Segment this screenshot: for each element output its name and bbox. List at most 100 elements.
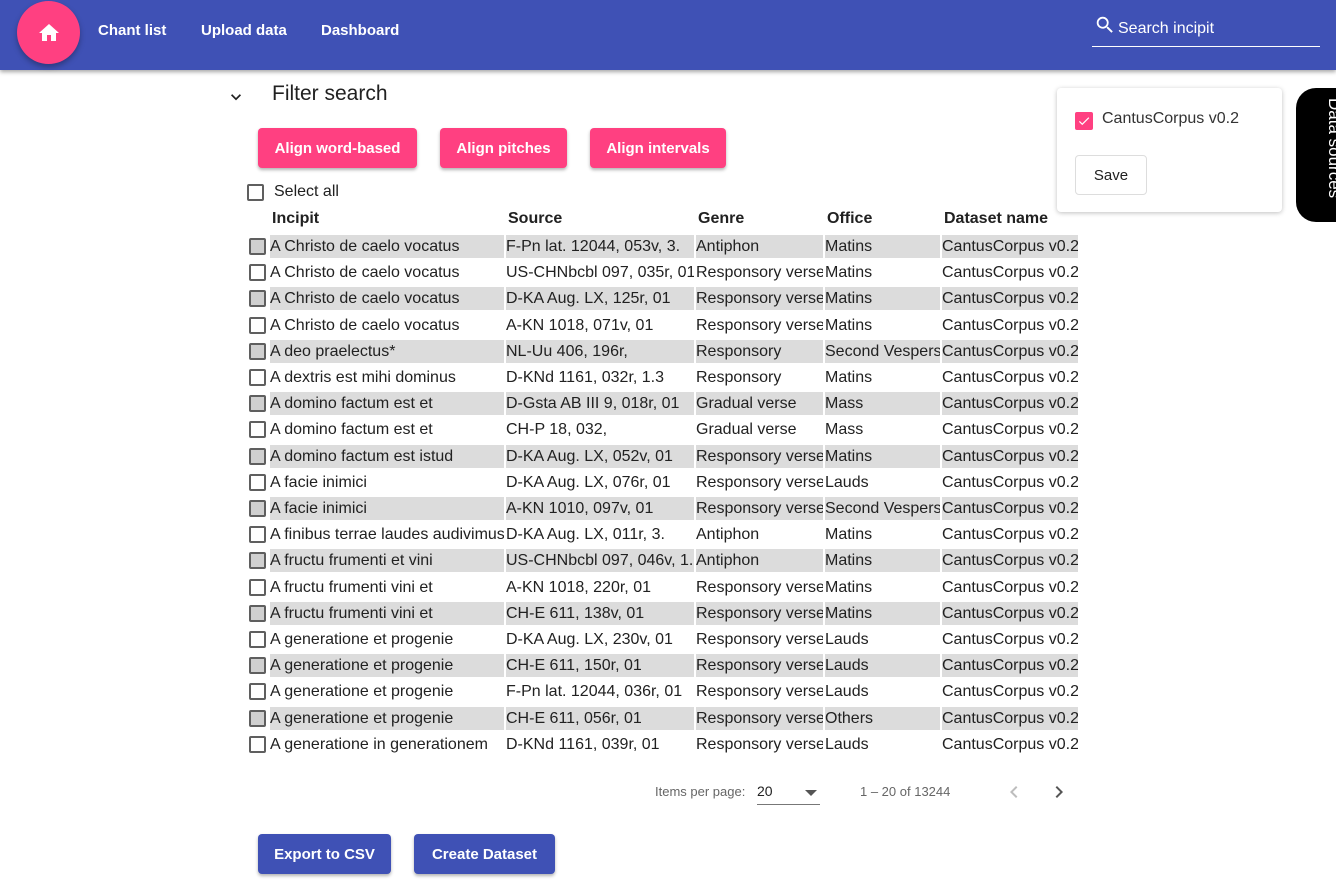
data-source-checkbox[interactable] — [1075, 112, 1093, 130]
export-csv-button[interactable]: Export to CSV — [258, 834, 391, 874]
top-app-bar: Chant list Upload data Dashboard — [0, 0, 1336, 70]
page-size-select[interactable]: 20 — [757, 780, 820, 805]
table-row[interactable]: A generatione et progenie F-Pn lat. 12044… — [248, 680, 1078, 703]
genre-cell: Responsory — [696, 340, 823, 363]
row-checkbox[interactable] — [249, 710, 266, 727]
table-row[interactable]: A facie inimici D-KA Aug. LX, 076r, 01 Res… — [248, 471, 1078, 494]
row-checkbox[interactable] — [249, 683, 266, 700]
office-cell: Lauds — [825, 474, 869, 491]
source-cell: NL-Uu 406, 196r, — [506, 340, 694, 363]
column-header-office[interactable]: Office — [827, 210, 872, 228]
column-header-incipit[interactable]: Incipit — [272, 210, 319, 228]
dataset-cell: CantusCorpus v0.2 — [942, 579, 1078, 596]
table-row[interactable]: A deo praelectus* NL-Uu 406, 196r, Respons… — [248, 340, 1078, 363]
row-checkbox[interactable] — [249, 238, 266, 255]
table-row[interactable]: A facie inimici A-KN 1010, 097v, 01 Respon… — [248, 497, 1078, 520]
table-row[interactable]: A generatione et progenie D-KA Aug. LX, 2… — [248, 628, 1078, 651]
row-checkbox[interactable] — [249, 631, 266, 648]
dataset-cell: CantusCorpus v0.2 — [942, 392, 1078, 415]
table-row[interactable]: A fructu frumenti vini et A-KN 1018, 220r… — [248, 576, 1078, 599]
previous-page-icon[interactable] — [1002, 780, 1026, 804]
search-field[interactable] — [1092, 12, 1320, 47]
genre-cell: Responsory verse — [696, 287, 823, 310]
next-page-icon[interactable] — [1047, 780, 1071, 804]
dataset-cell: CantusCorpus v0.2 — [942, 654, 1078, 677]
row-checkbox[interactable] — [249, 343, 266, 360]
row-checkbox[interactable] — [249, 500, 266, 517]
incipit-cell: A Christo de caelo vocatus — [270, 235, 504, 258]
search-input[interactable] — [1118, 20, 1318, 38]
row-checkbox[interactable] — [249, 421, 266, 438]
align-pitches-button[interactable]: Align pitches — [440, 128, 567, 168]
row-checkbox[interactable] — [249, 448, 266, 465]
genre-cell: Responsory verse — [696, 445, 823, 468]
row-checkbox[interactable] — [249, 290, 266, 307]
incipit-cell: A generatione et progenie — [270, 654, 504, 677]
source-cell: CH-P 18, 032, — [506, 421, 608, 438]
incipit-cell: A facie inimici — [270, 474, 367, 491]
row-checkbox[interactable] — [249, 395, 266, 412]
source-cell: CH-E 611, 150r, 01 — [506, 654, 694, 677]
column-header-genre[interactable]: Genre — [698, 210, 744, 228]
row-checkbox[interactable] — [249, 736, 266, 753]
source-cell: D-KA Aug. LX, 011r, 3. — [506, 526, 665, 543]
incipit-cell: A Christo de caelo vocatus — [270, 287, 504, 310]
row-checkbox[interactable] — [249, 369, 266, 386]
home-button[interactable] — [17, 1, 80, 64]
row-checkbox[interactable] — [249, 526, 266, 543]
incipit-cell: A generatione et progenie — [270, 631, 454, 648]
table-row[interactable]: A generatione et progenie CH-E 611, 056r,… — [248, 707, 1078, 730]
data-sources-panel: CantusCorpus v0.2 Save — [1057, 88, 1282, 212]
table-row[interactable]: A dextris est mihi dominus D-KNd 1161, 03… — [248, 366, 1078, 389]
dataset-cell: CantusCorpus v0.2 — [942, 317, 1078, 334]
table-row[interactable]: A Christo de caelo vocatus D-KA Aug. LX, … — [248, 287, 1078, 310]
genre-cell: Responsory verse — [696, 654, 823, 677]
source-cell: D-KA Aug. LX, 125r, 01 — [506, 287, 694, 310]
column-header-source[interactable]: Source — [508, 210, 562, 228]
table-row[interactable]: A fructu frumenti et vini US-CHNbcbl 097,… — [248, 549, 1078, 572]
table-row[interactable]: A Christo de caelo vocatus F-Pn lat. 1204… — [248, 235, 1078, 258]
row-checkbox[interactable] — [249, 579, 266, 596]
office-cell: Others — [825, 707, 940, 730]
genre-cell: Responsory verse — [696, 631, 823, 648]
nav-chant-list[interactable]: Chant list — [98, 22, 166, 39]
incipit-cell: A domino factum est istud — [270, 445, 504, 468]
nav-upload-data[interactable]: Upload data — [201, 22, 287, 39]
row-checkbox[interactable] — [249, 474, 266, 491]
office-cell: Matins — [825, 264, 873, 281]
table-row[interactable]: A fructu frumenti vini et CH-E 611, 138v,… — [248, 602, 1078, 625]
row-checkbox[interactable] — [249, 605, 266, 622]
row-checkbox[interactable] — [249, 552, 266, 569]
chevron-down-icon[interactable] — [226, 87, 246, 107]
table-row[interactable]: A finibus terrae laudes audivimus D-KA Au… — [248, 523, 1078, 546]
table-row[interactable]: A domino factum est et D-Gsta AB III 9, 0… — [248, 392, 1078, 415]
table-row[interactable]: A Christo de caelo vocatus A-KN 1018, 071… — [248, 314, 1078, 337]
office-cell: Matins — [825, 317, 873, 334]
dataset-cell: CantusCorpus v0.2 — [942, 445, 1078, 468]
save-button[interactable]: Save — [1075, 155, 1147, 195]
source-cell: CH-E 611, 056r, 01 — [506, 707, 694, 730]
table-row[interactable]: A Christo de caelo vocatus US-CHNbcbl 097… — [248, 261, 1078, 284]
row-checkbox[interactable] — [249, 657, 266, 674]
align-word-based-button[interactable]: Align word-based — [258, 128, 417, 168]
nav-dashboard[interactable]: Dashboard — [321, 22, 399, 39]
data-sources-tab[interactable]: Data sources — [1296, 88, 1336, 222]
row-checkbox[interactable] — [249, 317, 266, 334]
column-header-dataset-name[interactable]: Dataset name — [944, 210, 1048, 228]
incipit-cell: A domino factum est et — [270, 421, 433, 438]
create-dataset-button[interactable]: Create Dataset — [414, 834, 555, 874]
align-intervals-button[interactable]: Align intervals — [590, 128, 726, 168]
table-row[interactable]: A domino factum est et CH-P 18, 032, Gradu… — [248, 418, 1078, 441]
select-all-checkbox[interactable] — [247, 183, 264, 201]
dropdown-arrow-icon — [805, 790, 817, 796]
genre-cell: Responsory verse — [696, 474, 823, 491]
incipit-cell: A facie inimici — [270, 497, 504, 520]
genre-cell: Responsory verse — [696, 497, 823, 520]
select-all[interactable]: Select all — [247, 183, 339, 201]
source-cell: D-KA Aug. LX, 076r, 01 — [506, 474, 671, 491]
table-row[interactable]: A domino factum est istud D-KA Aug. LX, 0… — [248, 445, 1078, 468]
row-checkbox[interactable] — [249, 264, 266, 281]
table-row[interactable]: A generatione in generationem D-KNd 1161,… — [248, 733, 1078, 756]
office-cell: Matins — [825, 579, 873, 596]
table-row[interactable]: A generatione et progenie CH-E 611, 150r,… — [248, 654, 1078, 677]
